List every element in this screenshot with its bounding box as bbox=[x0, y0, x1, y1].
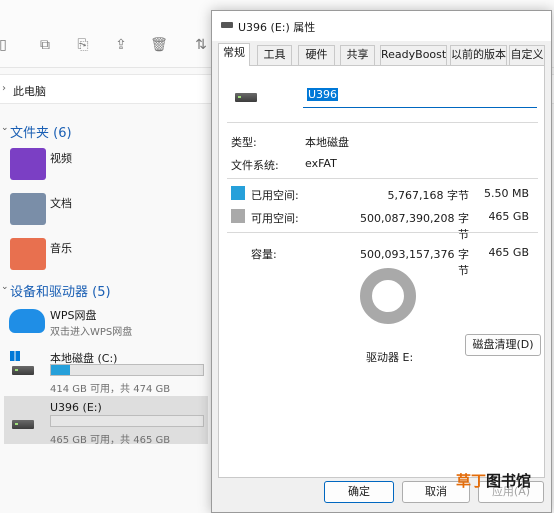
divider bbox=[227, 178, 538, 179]
delete-icon[interactable]: 🗑 bbox=[150, 36, 168, 54]
capacity-label: 容量: bbox=[251, 248, 277, 261]
documents-folder-icon[interactable] bbox=[10, 193, 46, 225]
type-value: 本地磁盘 bbox=[305, 136, 349, 149]
drive-c-usage-bar bbox=[50, 364, 204, 376]
disk-cleanup-button[interactable]: 磁盘清理(D) bbox=[465, 334, 541, 356]
tab-sharing[interactable]: 共享 bbox=[340, 45, 375, 65]
used-space-size: 5.50 MB bbox=[483, 187, 529, 200]
paste-icon[interactable]: ⎘ bbox=[74, 36, 92, 54]
dialog-title: U396 (E:) 属性 bbox=[238, 21, 316, 34]
drive-title-icon bbox=[221, 22, 233, 28]
video-folder-icon[interactable] bbox=[10, 148, 46, 180]
tab-readyboost[interactable]: ReadyBoost bbox=[380, 45, 447, 65]
hard-drive-icon[interactable] bbox=[12, 366, 34, 375]
wps-cloud-icon[interactable] bbox=[9, 309, 45, 333]
dialog-titlebar[interactable]: U396 (E:) 属性 bbox=[212, 11, 551, 41]
divider bbox=[227, 232, 538, 233]
drive-letter-label: 驱动器 E: bbox=[366, 351, 414, 364]
general-tab-panel: U396 类型: 本地磁盘 文件系统: exFAT 已用空间: 5,767,16… bbox=[218, 65, 545, 478]
ok-button[interactable]: 确定 bbox=[324, 481, 394, 503]
volume-name-input[interactable]: U396 bbox=[303, 86, 537, 108]
breadcrumb[interactable]: 此电脑 bbox=[13, 83, 46, 99]
tab-tools[interactable]: 工具 bbox=[257, 45, 292, 65]
used-space-label: 已用空间: bbox=[251, 189, 299, 202]
drive-large-icon bbox=[235, 93, 257, 102]
chevron-down-icon: ⌄ bbox=[1, 282, 9, 292]
drive-e-usage-bar bbox=[50, 415, 204, 427]
sort-icon[interactable]: ⇅ bbox=[192, 36, 210, 54]
type-label: 类型: bbox=[231, 136, 257, 149]
music-folder-icon[interactable] bbox=[10, 238, 46, 270]
tab-customize[interactable]: 自定义 bbox=[509, 45, 545, 65]
tab-general[interactable]: 常规 bbox=[218, 43, 250, 66]
drive-e-name[interactable]: U396 (E:) bbox=[50, 401, 102, 414]
folder-label-documents[interactable]: 文档 bbox=[50, 195, 72, 211]
copy-icon[interactable]: ⧉ bbox=[36, 36, 54, 54]
divider bbox=[227, 122, 538, 123]
tab-hardware[interactable]: 硬件 bbox=[298, 45, 335, 65]
watermark-logo: 草丁图书馆 bbox=[456, 472, 532, 490]
folder-label-video[interactable]: 视频 bbox=[50, 150, 72, 166]
used-space-swatch bbox=[231, 186, 245, 200]
share-icon[interactable]: ⇪ bbox=[112, 36, 130, 54]
drive-e-free-text: 465 GB 可用，共 465 GB bbox=[50, 435, 171, 446]
usb-drive-icon[interactable] bbox=[12, 420, 34, 429]
free-space-label: 可用空间: bbox=[251, 212, 299, 225]
free-space-bytes: 500,087,390,208 字节 bbox=[360, 212, 469, 241]
tab-previous-versions[interactable]: 以前的版本 bbox=[450, 45, 507, 65]
filesystem-value: exFAT bbox=[305, 157, 337, 170]
free-space-swatch bbox=[231, 209, 245, 223]
new-icon[interactable]: ▯ bbox=[0, 36, 12, 54]
properties-dialog: U396 (E:) 属性 常规 工具 硬件 共享 ReadyBoost 以前的版… bbox=[211, 10, 552, 513]
free-space-size: 465 GB bbox=[488, 210, 529, 223]
wps-drive-sub: 双击进入WPS网盘 bbox=[50, 327, 133, 338]
filesystem-label: 文件系统: bbox=[231, 159, 279, 172]
capacity-size: 465 GB bbox=[488, 246, 529, 259]
wps-drive-name[interactable]: WPS网盘 bbox=[50, 307, 97, 323]
chevron-down-icon: ⌄ bbox=[1, 123, 9, 133]
disk-usage-donut bbox=[360, 268, 416, 324]
chevron-right-icon: › bbox=[2, 83, 6, 94]
drive-c-free-text: 414 GB 可用，共 474 GB bbox=[50, 384, 171, 395]
used-space-bytes: 5,767,168 字节 bbox=[387, 189, 469, 202]
folders-group-header[interactable]: ⌄ 文件夹 (6) bbox=[1, 122, 72, 141]
devices-group-header[interactable]: ⌄ 设备和驱动器 (5) bbox=[1, 281, 111, 300]
folder-label-music[interactable]: 音乐 bbox=[50, 240, 72, 256]
windows-logo-icon bbox=[10, 351, 20, 361]
